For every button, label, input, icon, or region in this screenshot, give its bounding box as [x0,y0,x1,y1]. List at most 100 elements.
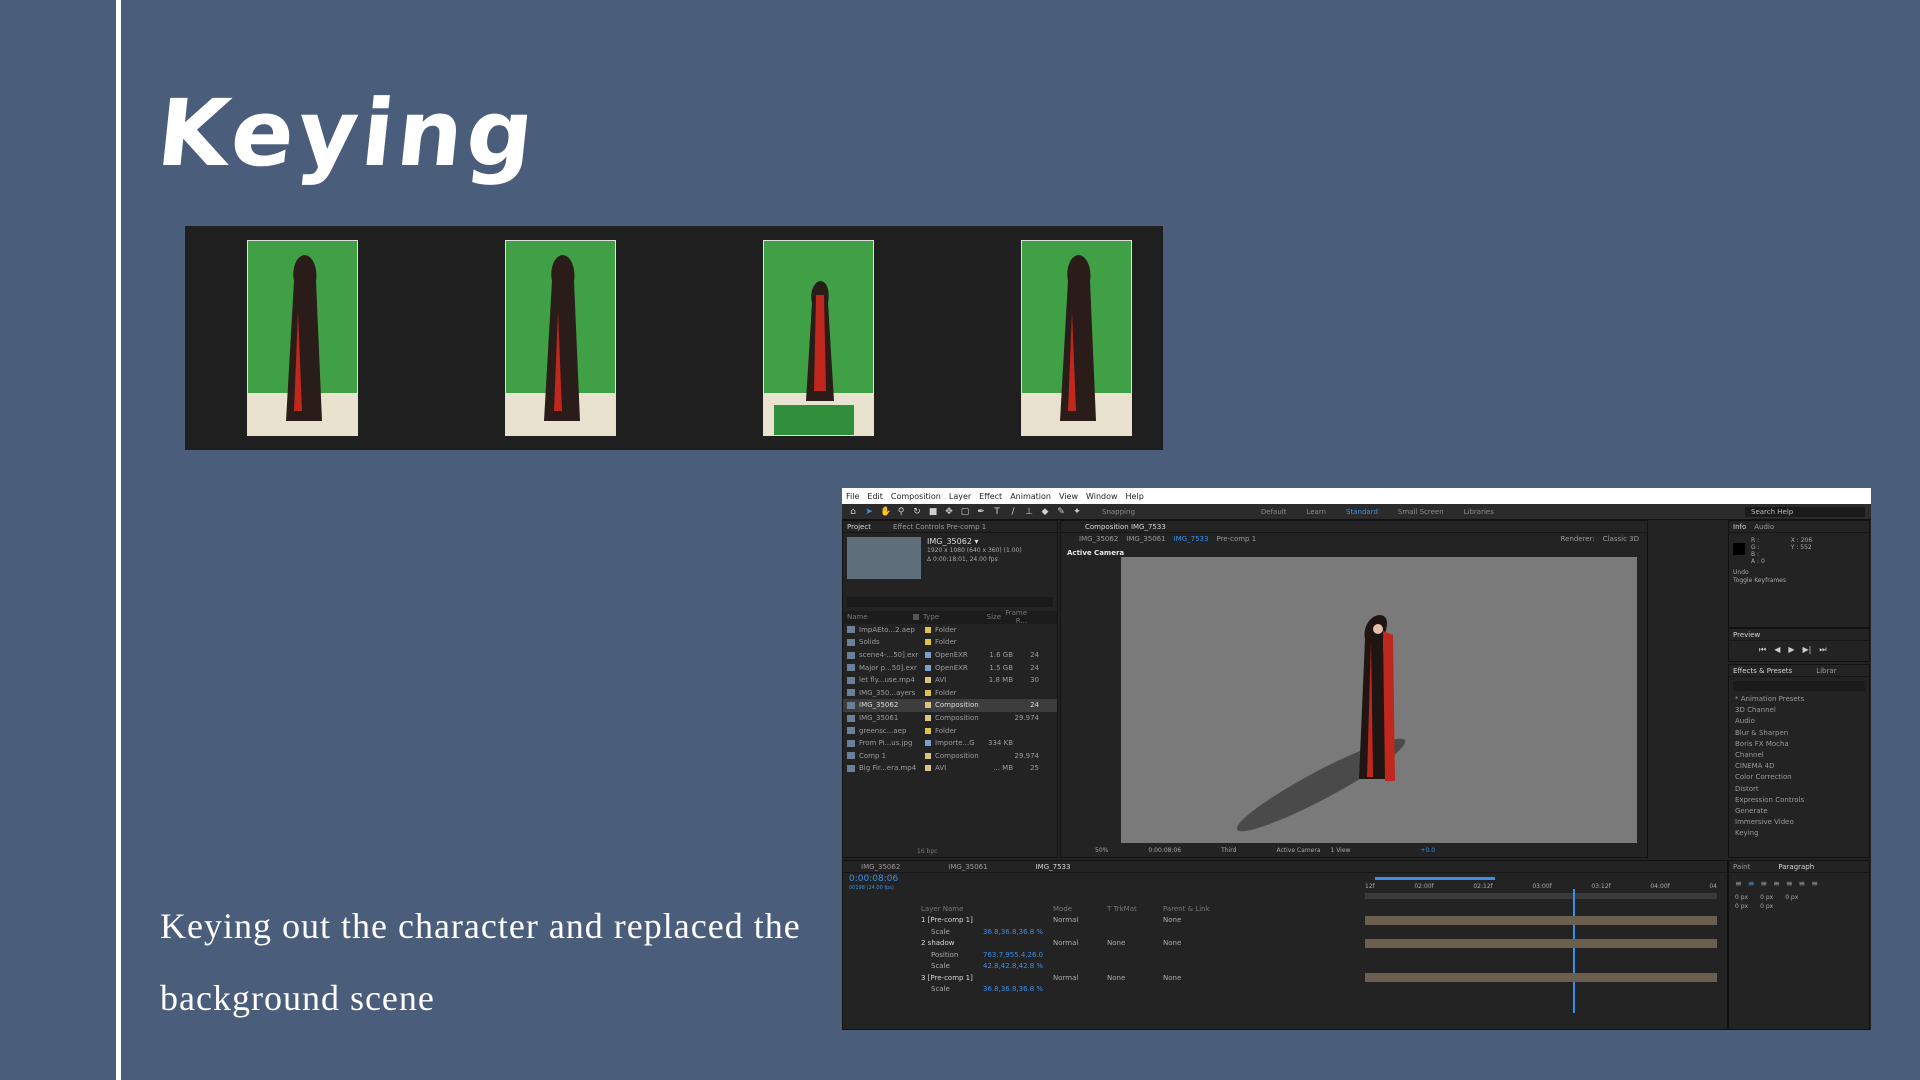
layer-duration-bar[interactable] [1365,915,1717,925]
col-trkmat[interactable]: T TrkMat [1107,905,1163,913]
effects-category-item[interactable]: CINEMA 4D [1729,762,1869,773]
zoom-icon[interactable]: ⚲ [896,507,906,517]
align-center-icon[interactable]: ≡ [1748,879,1755,888]
pen-icon[interactable]: ✒ [976,507,986,517]
tab-paint[interactable]: Paint [1733,863,1750,871]
project-item-row[interactable]: IMG_35062 Composition 24 [843,699,1057,712]
layer-duration-bar[interactable] [1365,938,1717,948]
justify-all-icon[interactable]: ≡ [1811,879,1818,888]
clone-icon[interactable]: ⊥ [1024,507,1034,517]
project-item-row[interactable]: IMG_35061 Composition 29.974 [843,712,1057,725]
menu-edit[interactable]: Edit [867,492,883,501]
layer-row[interactable]: 1 [Pre-comp 1] Normal None [843,915,1727,927]
layer-parent[interactable]: None [1163,939,1233,947]
search-help-input[interactable]: Search Help [1745,506,1865,517]
tab-effects-presets[interactable]: Effects & Presets [1733,667,1792,675]
selection-icon[interactable]: ➤ [864,507,874,517]
first-frame-icon[interactable]: ⏮ [1759,645,1766,655]
prev-frame-icon[interactable]: ◀ [1774,645,1780,655]
justify-right-icon[interactable]: ≡ [1799,879,1806,888]
tab-preview[interactable]: Preview [1733,631,1760,639]
last-frame-icon[interactable]: ⏭ [1819,645,1826,655]
effects-category-item[interactable]: * Animation Presets [1729,695,1869,706]
property-value[interactable]: 36.8,36.8,36.8 % [983,928,1053,936]
project-item-row[interactable]: Big Fir...era.mp4 AVI ... MB 25 [843,762,1057,775]
exposure-value[interactable]: +0.0 [1420,847,1435,854]
workspace-learn[interactable]: Learn [1306,508,1326,516]
col-layer-name[interactable]: Layer Name [843,905,983,913]
tab-project[interactable]: Project [847,523,871,531]
col-type[interactable]: Type [923,613,975,621]
zoom-select[interactable]: 50% [1095,847,1108,854]
view-layout-select[interactable]: 1 View [1330,847,1350,854]
workspace-libraries[interactable]: Libraries [1464,508,1494,516]
effects-category-item[interactable]: Color Correction [1729,773,1869,784]
project-search-input[interactable] [847,597,1053,607]
layer-row[interactable]: 2 shadow Normal None None [843,938,1727,950]
project-item-row[interactable]: Solids Folder [843,636,1057,649]
layer-mode[interactable]: Normal [1053,974,1107,982]
space-before[interactable]: 0 px [1735,903,1748,910]
play-icon[interactable]: ▶ [1788,645,1794,655]
layer-parent[interactable]: None [1163,916,1233,924]
project-item-row[interactable]: greensc...aep Folder [843,724,1057,737]
eraser-icon[interactable]: ◆ [1040,507,1050,517]
col-size[interactable]: Size [975,613,1001,621]
camera-select[interactable]: Active Camera [1276,847,1320,854]
align-left-icon[interactable]: ≡ [1735,879,1742,888]
next-frame-icon[interactable]: ▶| [1803,645,1812,655]
renderer-value[interactable]: Classic 3D [1603,535,1639,543]
justify-left-icon[interactable]: ≡ [1773,879,1780,888]
menu-effect[interactable]: Effect [979,492,1002,501]
effects-category-item[interactable]: Boris FX Mocha [1729,740,1869,751]
tab-effect-controls[interactable]: Effect Controls Pre-comp 1 [893,523,986,531]
effects-category-item[interactable]: Keying [1729,829,1869,840]
crumb-1[interactable]: IMG_35062 [1079,535,1118,543]
crumb-3[interactable]: IMG_7533 [1174,535,1209,543]
tab-paragraph[interactable]: Paragraph [1778,863,1814,871]
effects-category-item[interactable]: Generate [1729,807,1869,818]
layer-mode[interactable]: Normal [1053,916,1107,924]
menu-view[interactable]: View [1059,492,1078,501]
project-item-row[interactable]: let fly...use.mp4 AVI 1.8 MB 30 [843,674,1057,687]
menu-file[interactable]: File [846,492,859,501]
effects-category-item[interactable]: Immersive Video [1729,818,1869,829]
layer-row[interactable]: 3 [Pre-comp 1] Normal None None [843,972,1727,984]
hand-icon[interactable]: ✋ [880,507,891,517]
puppet-icon[interactable]: ✦ [1072,507,1082,517]
col-frame-rate[interactable]: Frame R... [1001,609,1027,625]
col-parent[interactable]: Parent & Link [1163,905,1233,913]
brush-icon[interactable]: / [1008,507,1018,517]
col-mode[interactable]: Mode [1053,905,1107,913]
menu-help[interactable]: Help [1126,492,1144,501]
timeline-tab-2[interactable]: IMG_35061 [948,863,987,871]
project-item-row[interactable]: Comp 1 Composition 29.974 [843,750,1057,763]
project-item-row[interactable]: IMG_350...ayers Folder [843,687,1057,700]
tab-audio[interactable]: Audio [1754,523,1774,531]
timeline-tab-3[interactable]: IMG_7533 [1036,863,1071,871]
crumb-4[interactable]: Pre-comp 1 [1216,535,1256,543]
effects-category-item[interactable]: Distort [1729,785,1869,796]
layer-property-row[interactable]: Scale 36.8,36.8,36.8 % [843,984,1727,996]
roto-icon[interactable]: ✎ [1056,507,1066,517]
menu-composition[interactable]: Composition [891,492,941,501]
layer-property-row[interactable]: Scale 42.8,42.8,42.8 % [843,961,1727,973]
effects-category-item[interactable]: Expression Controls [1729,796,1869,807]
menu-layer[interactable]: Layer [949,492,971,501]
pan-icon[interactable]: ✥ [944,507,954,517]
align-right-icon[interactable]: ≡ [1760,879,1767,888]
rotate-icon[interactable]: ↻ [912,507,922,517]
viewer-timecode[interactable]: 0:00:08:06 [1148,847,1181,854]
property-value[interactable]: 36.8,36.8,36.8 % [983,985,1053,993]
workspace-small-screen[interactable]: Small Screen [1398,508,1444,516]
tab-composition[interactable]: Composition IMG_7533 [1085,523,1166,531]
menu-animation[interactable]: Animation [1010,492,1051,501]
space-after[interactable]: 0 px [1760,903,1773,910]
layer-trkmat[interactable]: None [1107,939,1163,947]
property-value[interactable]: 42.8,42.8,42.8 % [983,962,1053,970]
timeline-tab-1[interactable]: IMG_35062 [861,863,900,871]
type-icon[interactable]: T [992,507,1002,517]
layer-parent[interactable]: None [1163,974,1233,982]
composition-viewer[interactable] [1121,557,1637,843]
tab-libraries[interactable]: Librar [1816,667,1836,675]
